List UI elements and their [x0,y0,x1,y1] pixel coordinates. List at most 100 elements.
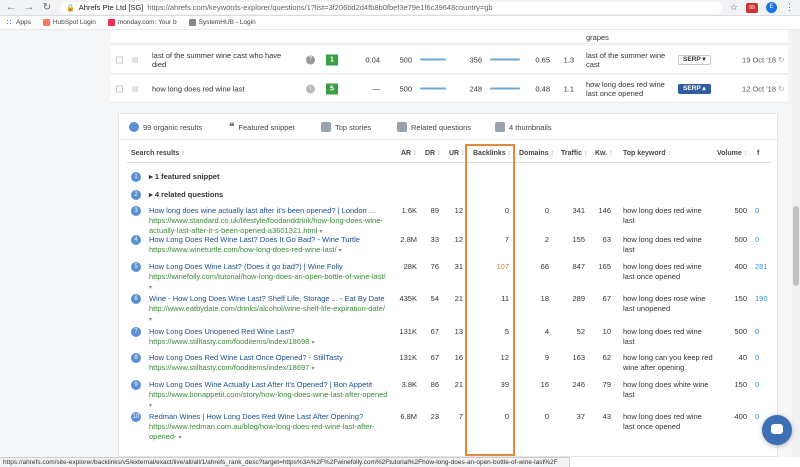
caret-down-icon[interactable]: ▾ [149,403,152,409]
group-label[interactable]: ▸ 1 featured snippet [149,172,389,182]
f-value[interactable]: 0 [755,206,769,216]
domains-value[interactable]: 18 [523,294,549,304]
result-title[interactable]: How Long Does Red Wine Last? Does It Go … [149,235,389,256]
domains-value[interactable]: 66 [523,262,549,272]
col-ur[interactable]: UR ↕ [449,150,465,157]
col-kw[interactable]: Kw. ↕ [595,150,613,157]
group-label[interactable]: ▸ 4 related questions [149,190,389,200]
parent-topic[interactable]: how long does red wine last once opened [586,80,676,98]
result-title[interactable]: How Long Does Wine Actually Last After I… [149,380,389,411]
caret-down-icon[interactable]: ▾ [149,285,152,291]
domains-value[interactable]: 0 [523,412,549,422]
list-icon[interactable]: ▤ [132,85,139,93]
domains-value[interactable]: 0 [523,206,549,216]
col-domains[interactable]: Domains ↕ [519,150,554,157]
kw-value[interactable]: 10 [593,327,611,337]
col-volume[interactable]: Volume ↕ [717,150,747,157]
tab-featured-snippet[interactable]: ❝ Featured snippet [229,122,295,133]
group-related-questions[interactable]: 2 ▸ 4 related questions [127,190,771,202]
result-title[interactable]: Wine - How Long Does Wine Last? Shelf Li… [149,294,389,325]
domains-value[interactable]: 16 [523,380,549,390]
extension-icon[interactable]: 99 [746,2,758,13]
address-bar[interactable]: 🔒 Ahrefs Pte Ltd [SG] https://ahrefs.com… [60,1,722,14]
tab-related-questions[interactable]: Related questions [397,122,471,132]
kw-value[interactable]: 79 [593,380,611,390]
kw-value[interactable]: 63 [593,235,611,245]
f-value[interactable]: 0 [755,327,769,337]
bookmark-monday[interactable]: monday.com: Your b [107,19,177,26]
tab-thumbnails[interactable]: 4 thumbnails [495,122,552,132]
star-icon[interactable]: ☆ [730,2,738,13]
kw-value[interactable]: 62 [593,353,611,363]
top-keyword[interactable]: how long does red wine last once opened [623,262,713,282]
result-url[interactable]: https://www.stilltasty.com/fooditems/ind… [149,337,309,346]
kw-value[interactable]: 146 [593,206,611,216]
bookmark-apps[interactable]: Apps [6,19,31,26]
chat-bubble-icon[interactable] [762,415,792,445]
kw-value[interactable]: 165 [593,262,611,272]
result-url[interactable]: http://www.eatbydate.com/drinks/alcohol/… [149,304,385,313]
reload-icon[interactable]: ↻ [42,2,52,13]
tab-top-stories[interactable]: Top stories [321,122,371,132]
profile-avatar[interactable]: E [766,2,777,13]
keyword-text[interactable]: last of the summer wine cast who have di… [152,51,294,69]
forward-icon[interactable]: → [24,2,34,13]
f-value[interactable]: 0 [755,235,769,245]
result-title[interactable]: Redman Wines | How Long Does Red Wine La… [149,412,389,443]
f-value[interactable]: 190 [755,294,769,304]
col-top-keyword[interactable]: Top keyword ↕ [623,150,671,157]
scroll-thumb[interactable] [793,206,799,286]
col-dr[interactable]: DR ↕ [425,150,441,157]
top-keyword[interactable]: how long does red wine last [623,206,713,226]
backlinks-value[interactable]: 11 [477,294,509,304]
keyword-text[interactable]: how long does red wine last [152,84,294,93]
back-icon[interactable]: ← [6,2,16,13]
result-title[interactable]: How long does wine actually last after i… [149,206,389,237]
row-checkbox[interactable] [116,85,123,92]
result-url[interactable]: https://www.redman.com.au/blog/how-long-… [149,422,375,441]
row-checkbox[interactable] [116,56,123,63]
bookmark-hubspot[interactable]: HubSpot Login [42,19,96,26]
top-keyword[interactable]: how long does red wine last once opened [623,412,713,432]
result-url[interactable]: https://www.wineturtle.com/how-long-does… [149,245,337,254]
refresh-icon[interactable]: ↻ [778,84,785,93]
menu-icon[interactable]: ⋮ [785,2,794,13]
domains-value[interactable]: 9 [523,353,549,363]
f-value[interactable]: 0 [755,380,769,390]
parent-topic[interactable]: last of the summer wine cast [586,51,676,69]
col-search-results[interactable]: Search results ↕ [131,150,185,157]
backlinks-value[interactable]: 5 [477,327,509,337]
caret-down-icon[interactable]: ▾ [179,435,182,441]
col-backlinks[interactable]: Backlinks ↕ [473,150,511,157]
f-value[interactable]: 281 [755,262,769,272]
result-url[interactable]: https://www.standard.co.uk/lifestyle/foo… [149,216,383,235]
backlinks-value[interactable]: 107 [477,262,509,272]
col-traffic[interactable]: Traffic ↕ [561,150,587,157]
result-url[interactable]: https://winefolly.com/tutorial/how-long-… [149,272,386,281]
top-keyword[interactable]: how long does red wine last [623,327,713,347]
serp-button[interactable]: SERP ▴ [678,83,711,94]
domains-value[interactable]: 4 [523,327,549,337]
bookmark-systemhub[interactable]: SystemHUB - Login [188,19,256,26]
tab-organic-results[interactable]: 99 organic results [129,122,202,132]
backlinks-value[interactable]: 12 [477,353,509,363]
caret-down-icon[interactable]: ▾ [311,340,314,346]
backlinks-value[interactable]: 0 [477,412,509,422]
serp-button[interactable]: SERP ▾ [678,54,711,65]
result-url[interactable]: https://www.stilltasty.com/fooditems/ind… [149,363,309,372]
backlinks-value[interactable]: 39 [477,380,509,390]
group-featured-snippet[interactable]: 1 ▸ 1 featured snippet [127,172,771,184]
list-icon[interactable]: ▤ [132,56,139,64]
backlinks-value[interactable]: 7 [477,235,509,245]
col-ar[interactable]: AR ↕ [401,150,417,157]
col-f[interactable]: f [757,150,759,157]
domains-value[interactable]: 2 [523,235,549,245]
result-title[interactable]: How Long Does Wine Last? (Does it go bad… [149,262,389,293]
kw-value[interactable]: 67 [593,294,611,304]
caret-down-icon[interactable]: ▾ [311,366,314,372]
kw-value[interactable]: 43 [593,412,611,422]
top-keyword[interactable]: how long does rose wine last unopened [623,294,713,314]
top-keyword[interactable]: how long does red wine last [623,235,713,255]
f-value[interactable]: 0 [755,353,769,363]
scrollbar[interactable] [792,30,800,457]
